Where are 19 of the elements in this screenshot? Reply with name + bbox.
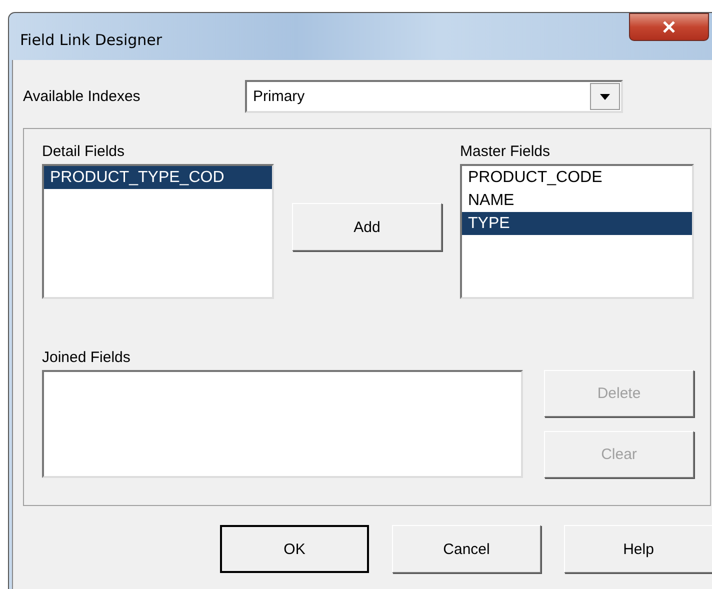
window-title: Field Link Designer: [20, 30, 162, 48]
joined-fields-list[interactable]: [42, 370, 523, 478]
detail-fields-list[interactable]: PRODUCT_TYPE_COD: [42, 164, 274, 299]
add-button[interactable]: Add: [292, 203, 442, 251]
list-item[interactable]: PRODUCT_TYPE_COD: [44, 166, 272, 189]
close-button[interactable]: [629, 13, 709, 41]
master-fields-list[interactable]: PRODUCT_CODE NAME TYPE: [460, 164, 694, 299]
list-item[interactable]: PRODUCT_CODE: [462, 166, 692, 189]
help-button[interactable]: Help: [564, 525, 712, 573]
close-icon: [662, 21, 676, 33]
field-label: Detail Fields: [42, 143, 126, 160]
field-label: Available Indexes: [23, 88, 142, 105]
cancel-button[interactable]: Cancel: [392, 525, 541, 573]
ok-button[interactable]: OK: [220, 525, 369, 573]
list-item[interactable]: NAME: [462, 189, 692, 212]
field-label: Joined Fields: [42, 349, 130, 366]
list-item[interactable]: TYPE: [462, 212, 692, 235]
field-label: Master Fields: [460, 143, 552, 160]
index-dropdown[interactable]: Primary: [245, 80, 623, 113]
